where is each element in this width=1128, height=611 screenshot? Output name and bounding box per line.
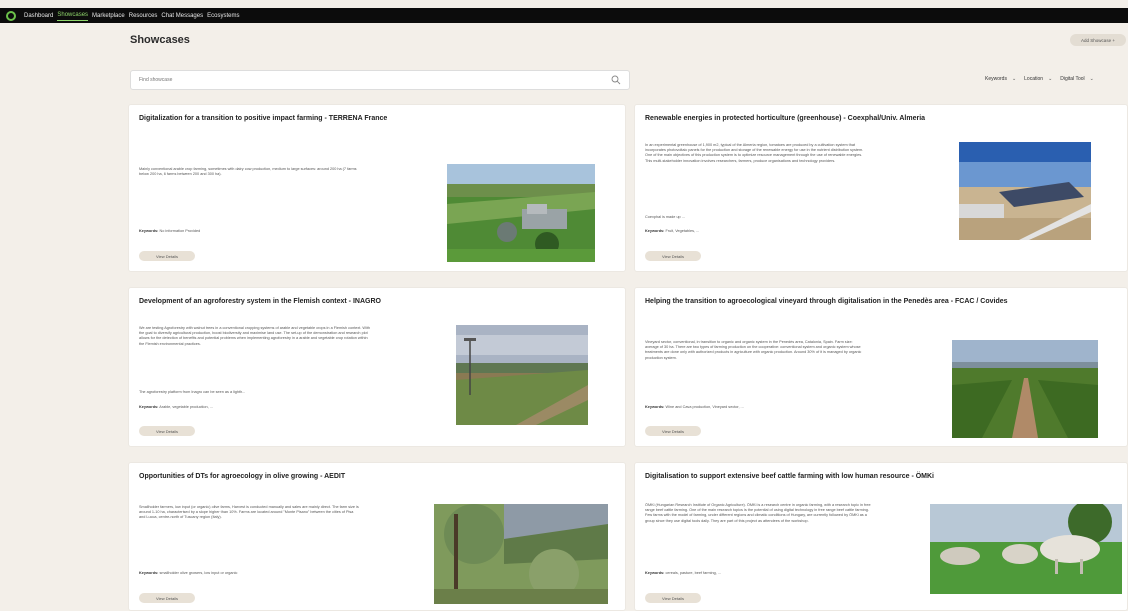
- card-keywords-value: No information Provided: [159, 229, 201, 233]
- filter-digital-tool[interactable]: Digital Tool ⌄: [1060, 76, 1094, 82]
- card-keywords: Keywords: Fruit, Vegetables, ...: [645, 229, 699, 233]
- top-nav-bar: Dashboard Showcases Marketplace Resource…: [0, 8, 1128, 23]
- chevron-down-icon: ⌄: [1011, 76, 1017, 82]
- card-keywords: Keywords: Arable, vegetable production, …: [139, 405, 213, 409]
- card-title[interactable]: Development of an agroforestry system in…: [139, 298, 381, 305]
- card-keywords-value: smallholder olive growers, low input or …: [159, 571, 238, 575]
- view-details-button[interactable]: View Details: [645, 251, 701, 261]
- add-showcase-button[interactable]: Add Showcase +: [1070, 34, 1126, 46]
- card-title[interactable]: Digitalisation to support extensive beef…: [645, 473, 934, 480]
- card-keywords-label: Keywords:: [645, 229, 665, 233]
- card-keywords: Keywords: No information Provided: [139, 229, 200, 233]
- card-keywords-value: Arable, vegetable production, ...: [159, 405, 213, 409]
- card-keywords-label: Keywords:: [645, 405, 665, 409]
- filter-location[interactable]: Location ⌄: [1024, 76, 1052, 82]
- card-keywords: Keywords: Wine and Cava production, Vine…: [645, 405, 744, 409]
- filter-digital-tool-label: Digital Tool: [1060, 76, 1085, 82]
- card-title[interactable]: Helping the transition to agroecological…: [645, 298, 1008, 305]
- page-title: Showcases: [130, 34, 190, 46]
- nav-item-dashboard[interactable]: Dashboard: [24, 11, 53, 21]
- view-details-button[interactable]: View Details: [645, 593, 701, 603]
- chevron-down-icon: ⌄: [1048, 76, 1053, 82]
- view-details-button[interactable]: View Details: [139, 593, 195, 603]
- card-keywords-label: Keywords:: [139, 229, 159, 233]
- card-keywords-label: Keywords:: [645, 571, 665, 575]
- card-keywords-value: Wine and Cava production, Vineyard secto…: [665, 405, 744, 409]
- showcase-image: [434, 504, 608, 604]
- logo-icon[interactable]: [6, 10, 16, 21]
- card-title[interactable]: Opportunities of DTs for agroecology in …: [139, 473, 345, 480]
- chevron-down-icon: ⌄: [1089, 76, 1094, 82]
- card-description: Mainly conventional arable crop farming,…: [139, 167, 357, 177]
- search-bar: [130, 70, 630, 90]
- card-description: We are testing Agroforestry with walnut …: [139, 326, 371, 346]
- view-details-button[interactable]: View Details: [645, 426, 701, 436]
- search-input[interactable]: [139, 77, 611, 83]
- card-keywords-label: Keywords:: [139, 571, 159, 575]
- view-details-button[interactable]: View Details: [139, 251, 195, 261]
- card-title[interactable]: Renewable energies in protected horticul…: [645, 115, 925, 122]
- card-keywords-value: Fruit, Vegetables, ...: [665, 229, 700, 233]
- nav-item-ecosystems[interactable]: Ecosystems: [207, 11, 239, 21]
- card-extra-text: Coexphal is made up ...: [645, 215, 685, 219]
- card-keywords: Keywords: smallholder olive growers, low…: [139, 571, 237, 575]
- card-description: Vineyard sector, conventional, in transi…: [645, 340, 862, 360]
- showcase-card: Helping the transition to agroecological…: [634, 287, 1128, 447]
- nav-item-resources[interactable]: Resources: [129, 11, 158, 21]
- nav-item-showcases[interactable]: Showcases: [57, 10, 89, 21]
- showcase-image: [930, 504, 1122, 594]
- filter-keywords[interactable]: Keywords ⌄: [985, 76, 1016, 82]
- nav-item-marketplace[interactable]: Marketplace: [92, 11, 125, 21]
- nav-item-chat-messages[interactable]: Chat Messages: [161, 11, 203, 21]
- showcase-card: Digitalisation to support extensive beef…: [634, 462, 1128, 611]
- card-keywords-label: Keywords:: [139, 405, 159, 409]
- card-keywords-value: cereals, pasture, beef farming, ...: [665, 571, 721, 575]
- showcase-card: Renewable energies in protected horticul…: [634, 104, 1128, 272]
- card-keywords: Keywords: cereals, pasture, beef farming…: [645, 571, 721, 575]
- card-title[interactable]: Digitalization for a transition to posit…: [139, 115, 387, 122]
- showcase-card: Digitalization for a transition to posit…: [128, 104, 626, 272]
- filter-keywords-label: Keywords: [985, 76, 1007, 82]
- showcase-image: [952, 340, 1098, 438]
- search-icon[interactable]: [611, 75, 621, 85]
- card-description: Smallholder farmers, low input (or organ…: [139, 505, 359, 520]
- card-extra-text: The agroforestry platform from Inagro ca…: [139, 390, 246, 394]
- showcase-card: Opportunities of DTs for agroecology in …: [128, 462, 626, 611]
- view-details-button[interactable]: View Details: [139, 426, 195, 436]
- filter-bar: Keywords ⌄ Location ⌄ Digital Tool ⌄: [985, 76, 1094, 82]
- filter-location-label: Location: [1024, 76, 1044, 82]
- showcase-card: Development of an agroforestry system in…: [128, 287, 626, 447]
- showcase-image: [959, 142, 1091, 240]
- showcase-image: [456, 325, 588, 425]
- card-description: In an experimental greenhouse of 1,900 m…: [645, 143, 864, 163]
- showcase-image: [447, 164, 595, 262]
- card-description: ÖMKi (Hungarian Research Institute of Or…: [645, 503, 871, 523]
